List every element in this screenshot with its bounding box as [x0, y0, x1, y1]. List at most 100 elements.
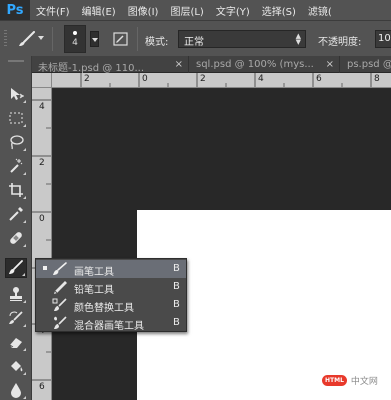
- tab-ps[interactable]: ps.psd @ 100: [341, 56, 391, 73]
- opacity-input[interactable]: 100: [375, 30, 391, 48]
- marquee-tool[interactable]: [5, 108, 27, 128]
- blend-mode-value: 正常: [184, 37, 204, 48]
- water-drop-icon: [11, 383, 21, 398]
- submenu-indicator-icon: [23, 100, 26, 103]
- ruler-label: 2: [200, 74, 206, 84]
- flyout-item-color-replacement[interactable]: 颜色替换工具 B: [36, 296, 186, 314]
- submenu-indicator-icon: [22, 273, 25, 276]
- options-bar: 4 模式: 正常 ▲▼ 不透明度: 100: [0, 20, 391, 56]
- menu-file[interactable]: 文件(F): [30, 3, 76, 18]
- menu-type[interactable]: 文字(Y): [210, 3, 256, 18]
- close-icon[interactable]: ×: [175, 59, 183, 70]
- stamp-icon: [10, 287, 22, 301]
- paint-bucket-icon: [11, 361, 23, 372]
- tab-label: ps.psd @ 100: [347, 59, 391, 70]
- submenu-indicator-icon: [23, 124, 26, 127]
- submenu-indicator-icon: [23, 324, 26, 327]
- lasso-tool[interactable]: [5, 132, 27, 152]
- rectangular-marquee-icon: [9, 112, 23, 124]
- paint-bucket-tool[interactable]: [5, 356, 27, 376]
- history-brush-tool[interactable]: [5, 308, 27, 328]
- tools-panel: [0, 56, 32, 400]
- opacity-label: 不透明度:: [318, 37, 362, 48]
- ruler-label: 4: [258, 74, 264, 84]
- eraser-tool[interactable]: [5, 332, 27, 352]
- shortcut-key: B: [173, 299, 180, 310]
- flyout-item-pencil[interactable]: 铅笔工具 B: [36, 278, 186, 296]
- spot-healing-tool[interactable]: [5, 228, 27, 248]
- move-tool[interactable]: [5, 84, 27, 104]
- brush-icon: [19, 31, 35, 46]
- brush-size-picker[interactable]: 4: [64, 25, 86, 53]
- tab-untitled-1[interactable]: 未标题-1.psd @ 110... ×: [32, 56, 189, 73]
- crop-tool[interactable]: [5, 180, 27, 200]
- watermark-text: 中文网: [350, 377, 378, 387]
- flyout-item-brush[interactable]: 画笔工具 B: [36, 260, 186, 278]
- flyout-item-label: 画笔工具: [74, 267, 114, 278]
- options-grip[interactable]: [4, 30, 7, 48]
- chevron-down-icon: [38, 36, 44, 40]
- brush-size-value: 4: [72, 38, 78, 48]
- up-down-arrows-icon: ▲ ▼: [295, 32, 301, 46]
- tool-preset-picker[interactable]: [14, 30, 44, 48]
- site-watermark: HTML 中文网: [322, 374, 378, 387]
- ruler-label: 6: [39, 382, 45, 392]
- eyedropper-tool[interactable]: [5, 204, 27, 224]
- brush-tool[interactable]: [5, 258, 27, 278]
- submenu-indicator-icon: [23, 348, 26, 351]
- menu-layer[interactable]: 图层(L): [164, 3, 209, 18]
- photoshop-logo[interactable]: Ps: [0, 0, 30, 20]
- ruler-ticks: [32, 99, 51, 381]
- ruler-origin[interactable]: [32, 73, 52, 88]
- color-replacement-icon: [52, 298, 67, 311]
- ruler-label: 2: [39, 158, 45, 168]
- move-icon: [11, 88, 24, 100]
- ruler-label: 0: [142, 74, 148, 84]
- menu-image[interactable]: 图像(I): [122, 3, 165, 18]
- ruler-label: 2: [84, 74, 90, 84]
- crop-icon: [9, 183, 23, 197]
- horizontal-ruler[interactable]: 2 0 2 4 6 8: [52, 73, 391, 88]
- blend-mode-select[interactable]: 正常 ▲ ▼: [178, 30, 306, 48]
- selected-indicator: [43, 266, 47, 270]
- submenu-indicator-icon: [23, 196, 26, 199]
- mode-label: 模式:: [145, 37, 169, 48]
- tab-label: 未标题-1.psd @ 110...: [38, 63, 145, 73]
- divider: [137, 27, 138, 51]
- divider: [52, 27, 53, 51]
- submenu-indicator-icon: [23, 172, 26, 175]
- submenu-indicator-icon: [23, 148, 26, 151]
- menu-filter[interactable]: 滤镜(: [302, 3, 338, 18]
- panel-grip[interactable]: [8, 60, 24, 62]
- menu-select[interactable]: 选择(S): [256, 3, 302, 18]
- magic-wand-icon: [10, 158, 23, 173]
- vertical-ruler[interactable]: 4 2 0 2 4 6: [32, 88, 52, 400]
- shortcut-key: B: [173, 281, 180, 292]
- submenu-indicator-icon: [23, 300, 26, 303]
- submenu-indicator-icon: [23, 220, 26, 223]
- submenu-indicator-icon: [23, 372, 26, 375]
- ruler-label: 6: [316, 74, 322, 84]
- blur-tool[interactable]: [5, 380, 27, 400]
- lasso-icon: [10, 135, 24, 150]
- flyout-item-label: 颜色替换工具: [74, 303, 134, 314]
- flyout-item-label: 铅笔工具: [74, 285, 114, 296]
- tab-sql[interactable]: sql.psd @ 100% (mys... ×: [190, 56, 340, 73]
- ruler-ticks: [80, 73, 372, 87]
- ruler-label: 0: [39, 214, 45, 224]
- menu-edit[interactable]: 编辑(E): [76, 3, 122, 18]
- submenu-indicator-icon: [23, 244, 26, 247]
- brush-panel-icon: [113, 32, 128, 46]
- magic-wand-tool[interactable]: [5, 156, 27, 176]
- flyout-item-mixer-brush[interactable]: 混合器画笔工具 B: [36, 314, 186, 332]
- eyedropper-icon: [9, 207, 23, 221]
- clone-stamp-tool[interactable]: [5, 284, 27, 304]
- brush-picker-dropdown[interactable]: [90, 31, 99, 47]
- tab-label: sql.psd @ 100% (mys...: [196, 59, 314, 70]
- brush-panel-toggle[interactable]: [112, 30, 130, 48]
- close-icon[interactable]: ×: [326, 59, 334, 70]
- menu-bar: Ps 文件(F) 编辑(E) 图像(I) 图层(L) 文字(Y) 选择(S) 滤…: [0, 0, 391, 20]
- pencil-icon: [54, 281, 67, 294]
- submenu-indicator-icon: [23, 396, 26, 399]
- history-brush-icon: [9, 311, 23, 324]
